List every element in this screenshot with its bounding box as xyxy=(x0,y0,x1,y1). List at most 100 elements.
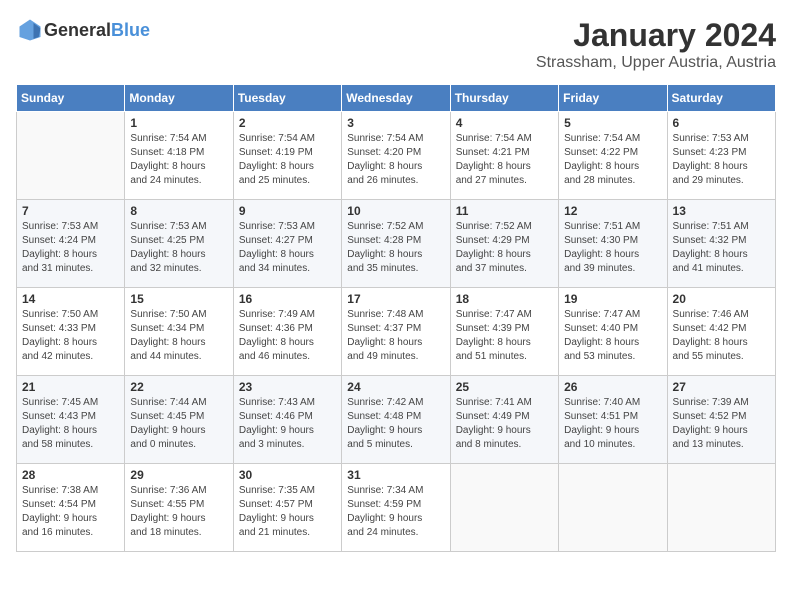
page-header: GeneralBlue January 2024 Strassham, Uppe… xyxy=(16,16,776,72)
table-row: 16 Sunrise: 7:49 AMSunset: 4:36 PMDayligh… xyxy=(233,288,341,376)
calendar-week-row: 7 Sunrise: 7:53 AMSunset: 4:24 PMDaylight… xyxy=(17,200,776,288)
day-detail: Sunrise: 7:41 AMSunset: 4:49 PMDaylight:… xyxy=(456,396,553,452)
day-detail: Sunrise: 7:51 AMSunset: 4:30 PMDaylight:… xyxy=(564,220,661,276)
calendar-header-row: Sunday Monday Tuesday Wednesday Thursday… xyxy=(17,85,776,112)
day-number: 28 xyxy=(22,468,119,482)
day-number: 22 xyxy=(130,380,227,394)
table-row: 7 Sunrise: 7:53 AMSunset: 4:24 PMDaylight… xyxy=(17,200,125,288)
day-number: 7 xyxy=(22,204,119,218)
logo-general-text: General xyxy=(44,20,111,41)
day-detail: Sunrise: 7:39 AMSunset: 4:52 PMDaylight:… xyxy=(673,396,770,452)
day-detail: Sunrise: 7:54 AMSunset: 4:19 PMDaylight:… xyxy=(239,132,336,188)
table-row: 5 Sunrise: 7:54 AMSunset: 4:22 PMDaylight… xyxy=(559,112,667,200)
table-row: 14 Sunrise: 7:50 AMSunset: 4:33 PMDayligh… xyxy=(17,288,125,376)
table-row xyxy=(559,464,667,552)
day-detail: Sunrise: 7:34 AMSunset: 4:59 PMDaylight:… xyxy=(347,484,444,540)
day-number: 6 xyxy=(673,116,770,130)
calendar-week-row: 21Sunrise: 7:45 AMSunset: 4:43 PMDayligh… xyxy=(17,376,776,464)
day-number: 23 xyxy=(239,380,336,394)
day-detail: Sunrise: 7:36 AMSunset: 4:55 PMDaylight:… xyxy=(130,484,227,540)
table-row: 8Sunrise: 7:53 AMSunset: 4:25 PMDaylight… xyxy=(125,200,233,288)
day-detail: Sunrise: 7:45 AMSunset: 4:43 PMDaylight:… xyxy=(22,396,119,452)
header-tuesday: Tuesday xyxy=(233,85,341,112)
table-row: 23Sunrise: 7:43 AMSunset: 4:46 PMDayligh… xyxy=(233,376,341,464)
day-number: 29 xyxy=(130,468,227,482)
table-row: 13 Sunrise: 7:51 AMSunset: 4:32 PMDayligh… xyxy=(667,200,775,288)
day-detail: Sunrise: 7:46 AMSunset: 4:42 PMDaylight:… xyxy=(673,308,770,364)
day-number: 12 xyxy=(564,204,661,218)
table-row: 19 Sunrise: 7:47 AMSunset: 4:40 PMDayligh… xyxy=(559,288,667,376)
day-detail: Sunrise: 7:54 AMSunset: 4:22 PMDaylight:… xyxy=(564,132,661,188)
day-detail: Sunrise: 7:44 AMSunset: 4:45 PMDaylight:… xyxy=(130,396,227,452)
table-row: 3 Sunrise: 7:54 AMSunset: 4:20 PMDaylight… xyxy=(342,112,450,200)
day-detail: Sunrise: 7:54 AMSunset: 4:20 PMDaylight:… xyxy=(347,132,444,188)
header-monday: Monday xyxy=(125,85,233,112)
day-detail: Sunrise: 7:38 AMSunset: 4:54 PMDaylight:… xyxy=(22,484,119,540)
day-detail: Sunrise: 7:54 AMSunset: 4:21 PMDaylight:… xyxy=(456,132,553,188)
table-row xyxy=(17,112,125,200)
table-row: 9Sunrise: 7:53 AMSunset: 4:27 PMDaylight… xyxy=(233,200,341,288)
table-row: 28 Sunrise: 7:38 AMSunset: 4:54 PMDayligh… xyxy=(17,464,125,552)
day-detail: Sunrise: 7:53 AMSunset: 4:27 PMDaylight:… xyxy=(239,220,336,276)
header-wednesday: Wednesday xyxy=(342,85,450,112)
day-detail: Sunrise: 7:40 AMSunset: 4:51 PMDaylight:… xyxy=(564,396,661,452)
table-row: 15 Sunrise: 7:50 AMSunset: 4:34 PMDayligh… xyxy=(125,288,233,376)
header-sunday: Sunday xyxy=(17,85,125,112)
month-title: January 2024 xyxy=(536,16,776,54)
table-row: 29 Sunrise: 7:36 AMSunset: 4:55 PMDayligh… xyxy=(125,464,233,552)
day-detail: Sunrise: 7:47 AMSunset: 4:39 PMDaylight:… xyxy=(456,308,553,364)
calendar-week-row: 14 Sunrise: 7:50 AMSunset: 4:33 PMDayligh… xyxy=(17,288,776,376)
day-number: 16 xyxy=(239,292,336,306)
day-detail: Sunrise: 7:53 AMSunset: 4:24 PMDaylight:… xyxy=(22,220,119,276)
table-row: 10Sunrise: 7:52 AMSunset: 4:28 PMDayligh… xyxy=(342,200,450,288)
day-number: 26 xyxy=(564,380,661,394)
table-row: 22 Sunrise: 7:44 AMSunset: 4:45 PMDayligh… xyxy=(125,376,233,464)
day-number: 30 xyxy=(239,468,336,482)
table-row: 24 Sunrise: 7:42 AMSunset: 4:48 PMDayligh… xyxy=(342,376,450,464)
table-row: 18 Sunrise: 7:47 AMSunset: 4:39 PMDayligh… xyxy=(450,288,558,376)
table-row: 26 Sunrise: 7:40 AMSunset: 4:51 PMDayligh… xyxy=(559,376,667,464)
calendar-table: Sunday Monday Tuesday Wednesday Thursday… xyxy=(16,84,776,552)
logo: GeneralBlue xyxy=(16,16,150,44)
day-number: 19 xyxy=(564,292,661,306)
day-number: 24 xyxy=(347,380,444,394)
table-row: 30 Sunrise: 7:35 AMSunset: 4:57 PMDayligh… xyxy=(233,464,341,552)
location-title: Strassham, Upper Austria, Austria xyxy=(536,54,776,72)
day-number: 11 xyxy=(456,204,553,218)
day-number: 25 xyxy=(456,380,553,394)
day-detail: Sunrise: 7:47 AMSunset: 4:40 PMDaylight:… xyxy=(564,308,661,364)
day-number: 13 xyxy=(673,204,770,218)
day-number: 20 xyxy=(673,292,770,306)
day-number: 14 xyxy=(22,292,119,306)
day-detail: Sunrise: 7:53 AMSunset: 4:23 PMDaylight:… xyxy=(673,132,770,188)
day-number: 15 xyxy=(130,292,227,306)
table-row: 31Sunrise: 7:34 AMSunset: 4:59 PMDayligh… xyxy=(342,464,450,552)
day-detail: Sunrise: 7:52 AMSunset: 4:29 PMDaylight:… xyxy=(456,220,553,276)
title-block: January 2024 Strassham, Upper Austria, A… xyxy=(536,16,776,72)
table-row: 25 Sunrise: 7:41 AMSunset: 4:49 PMDayligh… xyxy=(450,376,558,464)
logo-icon xyxy=(16,16,44,44)
day-detail: Sunrise: 7:50 AMSunset: 4:33 PMDaylight:… xyxy=(22,308,119,364)
table-row: 1Sunrise: 7:54 AMSunset: 4:18 PMDaylight… xyxy=(125,112,233,200)
header-thursday: Thursday xyxy=(450,85,558,112)
logo-blue-text: Blue xyxy=(111,20,150,41)
table-row: 2 Sunrise: 7:54 AMSunset: 4:19 PMDaylight… xyxy=(233,112,341,200)
table-row: 6 Sunrise: 7:53 AMSunset: 4:23 PMDaylight… xyxy=(667,112,775,200)
day-number: 2 xyxy=(239,116,336,130)
table-row: 4Sunrise: 7:54 AMSunset: 4:21 PMDaylight… xyxy=(450,112,558,200)
day-number: 17 xyxy=(347,292,444,306)
header-friday: Friday xyxy=(559,85,667,112)
calendar-week-row: 28 Sunrise: 7:38 AMSunset: 4:54 PMDayligh… xyxy=(17,464,776,552)
table-row: 20 Sunrise: 7:46 AMSunset: 4:42 PMDayligh… xyxy=(667,288,775,376)
day-detail: Sunrise: 7:50 AMSunset: 4:34 PMDaylight:… xyxy=(130,308,227,364)
day-number: 10 xyxy=(347,204,444,218)
day-number: 5 xyxy=(564,116,661,130)
day-number: 3 xyxy=(347,116,444,130)
day-number: 18 xyxy=(456,292,553,306)
day-detail: Sunrise: 7:49 AMSunset: 4:36 PMDaylight:… xyxy=(239,308,336,364)
day-number: 27 xyxy=(673,380,770,394)
day-detail: Sunrise: 7:51 AMSunset: 4:32 PMDaylight:… xyxy=(673,220,770,276)
table-row: 11 Sunrise: 7:52 AMSunset: 4:29 PMDayligh… xyxy=(450,200,558,288)
day-detail: Sunrise: 7:42 AMSunset: 4:48 PMDaylight:… xyxy=(347,396,444,452)
day-detail: Sunrise: 7:35 AMSunset: 4:57 PMDaylight:… xyxy=(239,484,336,540)
